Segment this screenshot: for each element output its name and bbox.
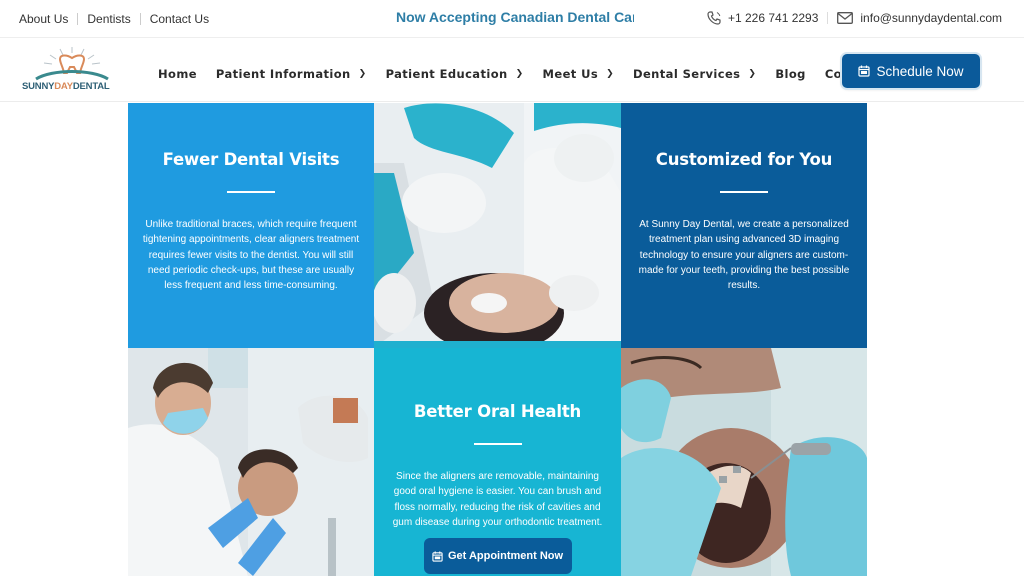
feature-card-customized: Customized for You At Sunny Day Dental, … xyxy=(621,103,867,348)
feature-body: At Sunny Day Dental, we create a persona… xyxy=(638,219,850,292)
logo[interactable]: SUNNYDAYDENTAL xyxy=(22,45,122,95)
photo-dentists-female-patient xyxy=(374,103,621,348)
top-link-contact-us[interactable]: Contact Us xyxy=(150,12,209,26)
chevron-down-icon: ❯ xyxy=(606,69,615,79)
contact-info: +1 226 741 2293 info@sunnydaydental.com xyxy=(707,11,1002,25)
feature-title: Fewer Dental Visits xyxy=(162,150,340,169)
photo-braces-closeup xyxy=(621,348,867,576)
logo-text: SUNNYDAYDENTAL xyxy=(22,81,110,92)
phone-icon xyxy=(707,11,721,25)
phone-number[interactable]: +1 226 741 2293 xyxy=(728,11,818,25)
divider xyxy=(827,12,829,24)
dental-photo-2 xyxy=(128,348,374,576)
announcement-marquee: Now Accepting Canadian Dental Care Plan xyxy=(396,9,634,25)
dental-photo-1 xyxy=(374,103,621,348)
nav-item-meet-us[interactable]: Meet Us ❯ xyxy=(543,67,614,81)
top-links: About Us Dentists Contact Us xyxy=(19,12,209,26)
feature-body: Since the aligners are removable, mainta… xyxy=(392,471,603,528)
nav-links: Home Patient Information ❯ Patient Educat… xyxy=(158,67,918,81)
main-nav: SUNNYDAYDENTAL Home Patient Information ❯… xyxy=(0,39,1024,102)
feature-title: Customized for You xyxy=(655,150,833,169)
divider xyxy=(720,191,768,193)
calendar-icon xyxy=(858,65,871,77)
nav-item-patient-information[interactable]: Patient Information ❯ xyxy=(216,67,367,81)
nav-item-blog[interactable]: Blog xyxy=(775,67,805,81)
nav-item-home[interactable]: Home xyxy=(158,67,197,81)
email-icon xyxy=(837,12,854,24)
email-address[interactable]: info@sunnydaydental.com xyxy=(860,11,1002,25)
top-link-about-us[interactable]: About Us xyxy=(19,12,68,26)
top-bar: About Us Dentists Contact Us Now Accepti… xyxy=(0,0,1024,38)
photo-dentist-male-patient xyxy=(128,348,374,576)
nav-item-patient-education[interactable]: Patient Education ❯ xyxy=(386,67,524,81)
top-link-dentists[interactable]: Dentists xyxy=(87,12,130,26)
divider xyxy=(473,443,522,445)
feature-card-oral-health: Better Oral Health Since the aligners ar… xyxy=(374,348,621,576)
schedule-now-button[interactable]: Schedule Now xyxy=(842,54,980,88)
divider xyxy=(227,191,275,193)
chevron-down-icon: ❯ xyxy=(748,69,757,79)
feature-card-fewer-visits: Fewer Dental Visits Unlike traditional b… xyxy=(128,103,374,348)
divider xyxy=(77,13,79,25)
dental-photo-3 xyxy=(621,348,867,576)
nav-item-dental-services[interactable]: Dental Services ❯ xyxy=(633,67,756,81)
chevron-down-icon: ❯ xyxy=(358,69,367,79)
chevron-down-icon: ❯ xyxy=(515,69,524,79)
sun-tooth-icon xyxy=(35,47,109,81)
get-appointment-button[interactable]: Get Appointment Now xyxy=(423,538,572,575)
feature-body: Unlike traditional braces, which require… xyxy=(142,219,360,292)
calendar-icon xyxy=(432,551,443,562)
divider xyxy=(139,13,141,25)
feature-title: Better Oral Health xyxy=(413,402,582,421)
features-grid: Fewer Dental Visits Unlike traditional b… xyxy=(128,103,867,576)
